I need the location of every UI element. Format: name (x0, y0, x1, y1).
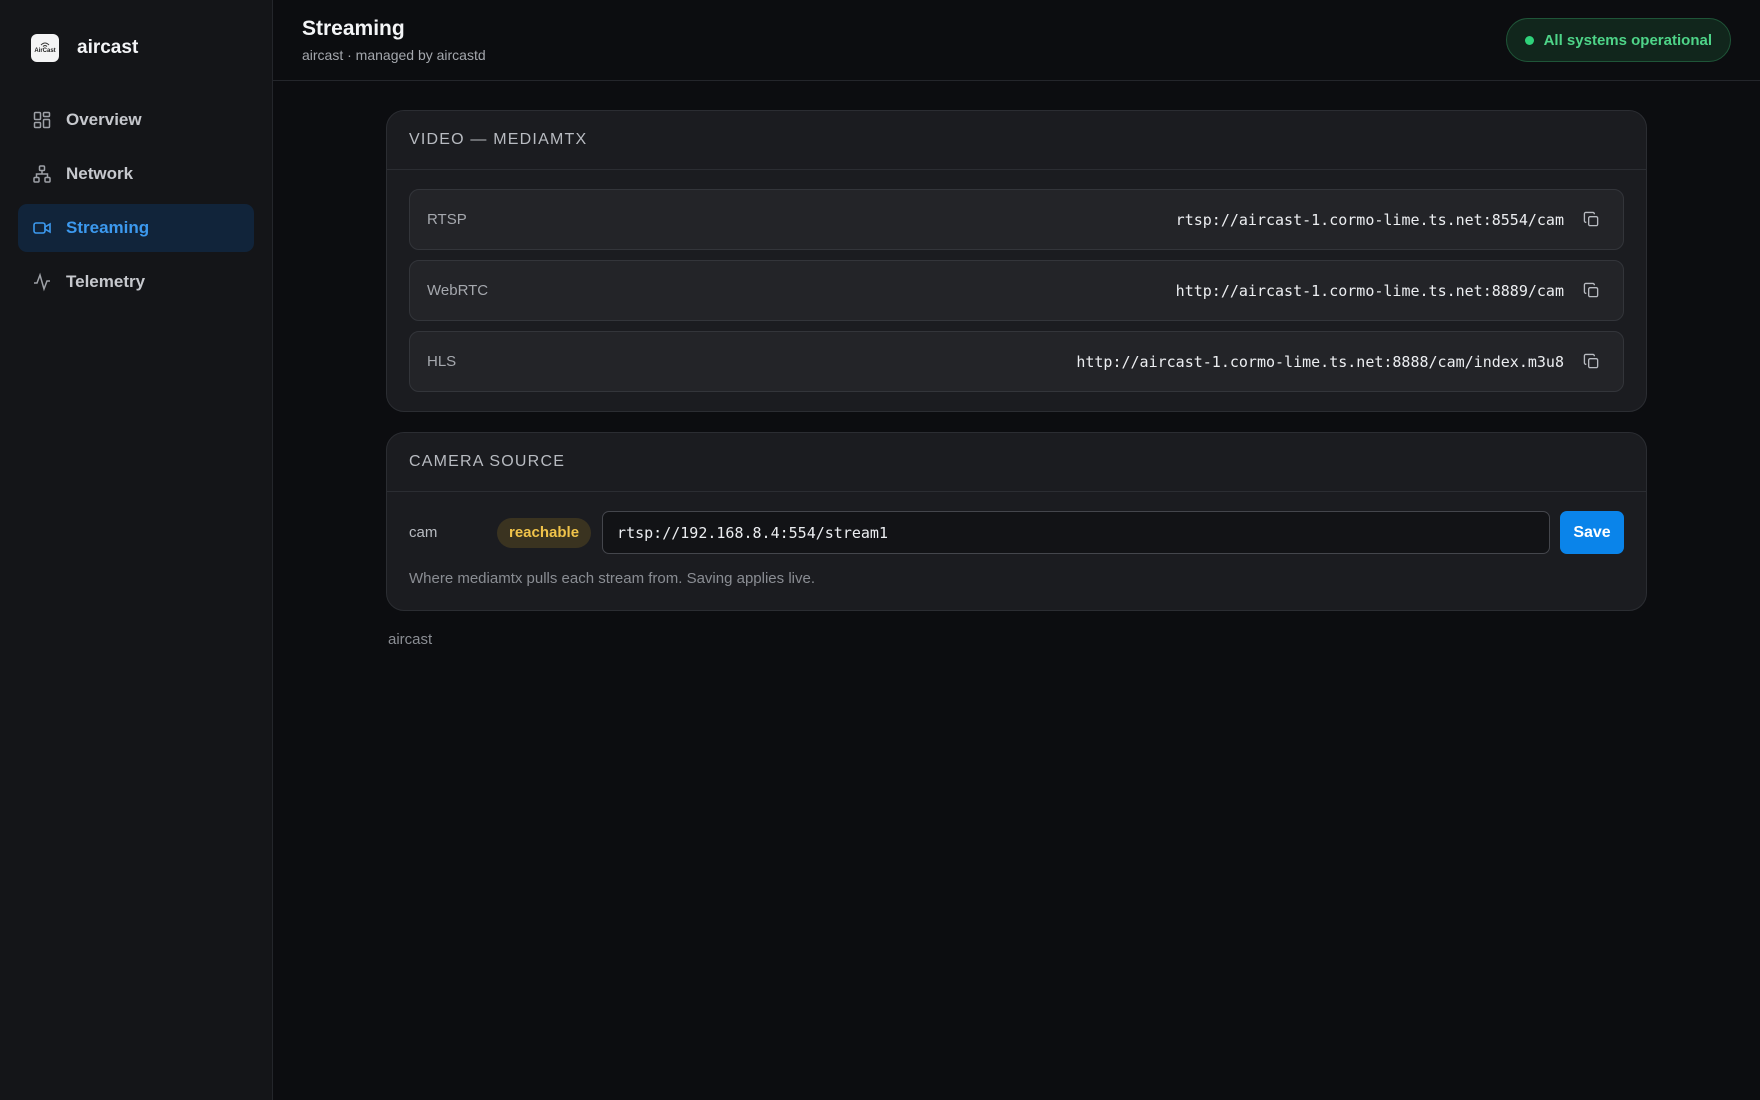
content: VIDEO — MEDIAMTX RTSP rtsp://aircast-1.c… (273, 81, 1760, 648)
stream-url-row-webrtc: WebRTC http://aircast-1.cormo-lime.ts.ne… (409, 260, 1624, 321)
grid-icon (33, 111, 51, 129)
reachability-badge: reachable (497, 517, 592, 548)
copy-button[interactable] (1581, 210, 1601, 230)
status-text: All systems operational (1543, 31, 1712, 49)
sidebar-item-label: Overview (66, 110, 142, 129)
app-root: AirCast aircast Overview Network Streami… (0, 0, 1760, 1100)
video-card: VIDEO — MEDIAMTX RTSP rtsp://aircast-1.c… (386, 110, 1647, 412)
aircast-logo-icon: AirCast (31, 34, 59, 62)
footer-text: aircast (388, 631, 433, 648)
sidebar: AirCast aircast Overview Network Streami… (0, 0, 273, 1100)
camera-card-title: CAMERA SOURCE (387, 433, 1646, 492)
topbar: Streaming aircast · managed by aircastd … (273, 0, 1760, 81)
camera-source-card: CAMERA SOURCE cam reachable Save Where m… (386, 432, 1647, 611)
copy-button[interactable] (1581, 281, 1601, 301)
sidebar-item-label: Telemetry (66, 272, 146, 291)
stream-protocol-label: HLS (427, 353, 457, 370)
stream-url-row-rtsp: RTSP rtsp://aircast-1.cormo-lime.ts.net:… (409, 189, 1624, 250)
stream-url[interactable]: rtsp://aircast-1.cormo-lime.ts.net:8554/… (1176, 211, 1564, 229)
camera-card-body: cam reachable Save Where mediamtx pulls … (387, 492, 1646, 610)
network-icon (33, 165, 51, 183)
save-button[interactable]: Save (1560, 511, 1624, 554)
page-title: Streaming (302, 17, 405, 40)
video-camera-icon (33, 222, 51, 234)
stream-protocol-label: WebRTC (427, 282, 489, 299)
app-name: aircast (77, 37, 139, 58)
copy-button[interactable] (1581, 352, 1601, 372)
camera-source-input[interactable] (602, 511, 1550, 554)
stream-url[interactable]: http://aircast-1.cormo-lime.ts.net:8888/… (1076, 353, 1564, 371)
activity-icon (34, 272, 50, 292)
camera-name: cam (409, 524, 438, 541)
main-area: Streaming aircast · managed by aircastd … (273, 0, 1760, 1100)
page-subtitle: aircast · managed by aircastd (302, 47, 486, 63)
stream-protocol-label: RTSP (427, 211, 467, 228)
system-status-badge[interactable]: All systems operational (1505, 18, 1731, 62)
copy-icon (1583, 353, 1598, 369)
title-block: Streaming aircast · managed by aircastd (302, 17, 486, 63)
copy-icon (1583, 211, 1598, 227)
sidebar-item-telemetry[interactable]: Telemetry (18, 258, 254, 306)
video-card-body: RTSP rtsp://aircast-1.cormo-lime.ts.net:… (387, 170, 1646, 411)
sidebar-nav: Overview Network Streaming Telemetry (18, 96, 254, 306)
sidebar-item-streaming[interactable]: Streaming (18, 204, 254, 252)
sidebar-item-network[interactable]: Network (18, 150, 254, 198)
sidebar-item-label: Streaming (66, 218, 150, 237)
stream-url-row-hls: HLS http://aircast-1.cormo-lime.ts.net:8… (409, 331, 1624, 392)
video-card-title: VIDEO — MEDIAMTX (387, 111, 1646, 170)
logo-text: AirCast (34, 47, 56, 54)
brand[interactable]: AirCast aircast (18, 0, 254, 96)
sidebar-item-label: Network (66, 164, 134, 183)
status-dot-icon (1524, 35, 1534, 45)
camera-source-hint: Where mediamtx pulls each stream from. S… (409, 570, 815, 587)
stream-url[interactable]: http://aircast-1.cormo-lime.ts.net:8889/… (1176, 282, 1564, 300)
sidebar-item-overview[interactable]: Overview (18, 96, 254, 144)
copy-icon (1583, 282, 1598, 298)
camera-source-row: cam reachable Save (409, 511, 1624, 554)
